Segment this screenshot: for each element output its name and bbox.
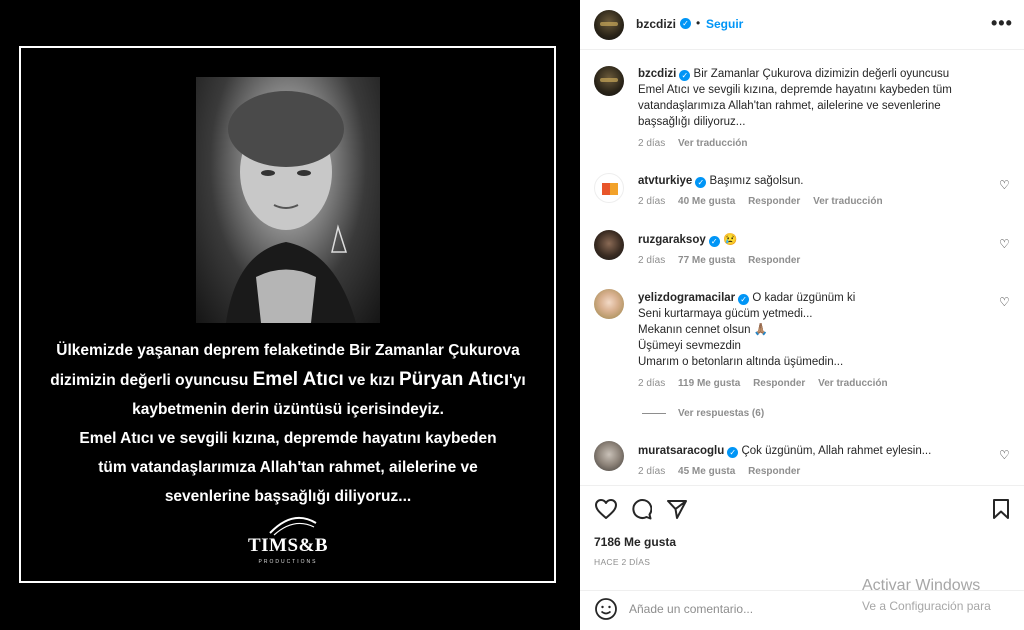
reply-link[interactable]: Responder	[748, 196, 800, 207]
view-replies-button[interactable]: Ver respuestas (6)	[642, 408, 764, 419]
comment-body: Başımız sağolsun.	[706, 175, 804, 187]
view-replies-label: Ver respuestas (6)	[678, 408, 765, 419]
comment-time: 2 días	[638, 255, 666, 266]
comment-likes[interactable]: 40 Me gusta	[678, 196, 735, 207]
verified-badge-icon: ✓	[695, 177, 707, 188]
comment-line-1: O kadar üzgünüm ki	[749, 292, 856, 304]
comment-likes[interactable]: 77 Me gusta	[678, 255, 735, 266]
logo-subtitle: PRODUCTIONS	[258, 559, 318, 565]
comment-body: 😢	[719, 234, 738, 246]
memorial-line-6: sevenlerine başsağlığı diliyoruz...	[164, 488, 412, 505]
verified-badge-icon: ✓	[738, 294, 750, 305]
comment-body: Çok üzgünüm, Allah rahmet eylesin...	[738, 445, 932, 457]
comment-input[interactable]: Añade un comentario...	[629, 602, 753, 616]
post-side-panel: bzcdizi ✓ • Seguir ••• bzcdizi ✓ Bir Zama…	[580, 0, 1024, 630]
memorial-name-puryan: Püryan Atıcı	[398, 369, 510, 390]
comment-text: muratsaracoglu ✓ Çok üzgünüm, Allah rahme…	[638, 443, 978, 459]
logo-wordmark: TIMS&B	[247, 535, 329, 556]
comment-text: atvturkiye ✓ Başımız sağolsun.	[638, 173, 978, 189]
emoji-icon[interactable]	[594, 597, 618, 621]
heart-icon[interactable]	[594, 498, 618, 520]
timsb-logo: TIMS&B PRODUCTIONS	[238, 515, 338, 565]
caption-line-1: Bir Zamanlar Çukurova dizimizin değerli …	[690, 68, 950, 80]
avatar[interactable]	[594, 289, 624, 319]
separator-dot: •	[696, 16, 701, 30]
comment-line-3: Mekanın cennet olsun 🙏🏽	[638, 324, 769, 336]
comment-text: yelizdogramacilar ✓ O kadar üzgünüm ki Se…	[638, 290, 978, 370]
caption-meta: 2 días Ver traducción	[638, 138, 758, 149]
header-username[interactable]: bzcdizi	[636, 17, 676, 31]
replies-divider	[642, 412, 666, 414]
comment-time: 2 días	[638, 378, 666, 389]
comment-line-4: Üşümeyi sevmezdin	[638, 340, 741, 352]
post-date: HACE 2 DÍAS	[594, 557, 651, 567]
share-icon[interactable]	[666, 498, 688, 520]
comment-likes[interactable]: 119 Me gusta	[678, 378, 740, 389]
comment-meta: 2 días 40 Me gusta Responder Ver traducc…	[638, 196, 893, 207]
reply-link[interactable]: Responder	[748, 255, 800, 266]
caption-line-3: vatandaşlarımıza Allah'tan rahmet, ailel…	[638, 100, 941, 112]
reply-link[interactable]: Responder	[753, 378, 805, 389]
comment-like-heart-icon[interactable]: ♡	[999, 237, 1013, 251]
windows-activation-subtitle: Ve a Configuración para	[862, 599, 991, 613]
comment-likes[interactable]: 45 Me gusta	[678, 466, 735, 477]
comment-time: 2 días	[638, 196, 666, 207]
memorial-line-2: dizimizin değerli oyuncusu Emel Atıcı ve…	[20, 365, 556, 395]
verified-badge-icon: ✓	[680, 18, 691, 29]
logo-swoosh-icon	[269, 516, 317, 536]
memorial-line-2a: dizimizin değerli oyuncusu	[50, 372, 253, 389]
avatar[interactable]	[594, 441, 624, 471]
memorial-text: Ülkemizde yaşanan deprem felaketinde Bir…	[20, 336, 556, 511]
comment-like-heart-icon[interactable]: ♡	[999, 295, 1013, 309]
avatar[interactable]	[594, 66, 624, 96]
avatar[interactable]	[594, 173, 624, 203]
comment-icon[interactable]	[630, 498, 652, 520]
follow-button[interactable]: Seguir	[706, 17, 743, 31]
caption-text: bzcdizi ✓ Bir Zamanlar Çukurova dizimizin…	[638, 66, 978, 130]
caption-translate-link[interactable]: Ver traducción	[678, 138, 747, 149]
avatar[interactable]	[594, 230, 624, 260]
comment-text: ruzgaraksoy ✓ 😢	[638, 232, 978, 248]
avatar[interactable]	[594, 10, 624, 40]
caption-line-2: Emel Atıcı ve sevgili kızına, depremde h…	[638, 84, 952, 96]
comment-username[interactable]: muratsaracoglu	[638, 445, 724, 457]
instagram-post-view: Ülkemizde yaşanan deprem felaketinde Bir…	[0, 0, 1024, 630]
windows-activation-title: Activar Windows	[862, 577, 981, 594]
memorial-line-1: Ülkemizde yaşanan deprem felaketinde Bir…	[56, 342, 520, 359]
likes-count[interactable]: 7186 Me gusta	[594, 535, 676, 549]
verified-badge-icon: ✓	[708, 236, 720, 247]
atv-logo-icon	[602, 183, 618, 195]
caption-line-4: başsağlığı diliyoruz...	[638, 116, 746, 128]
memorial-line-4: Emel Atıcı ve sevgili kızına, depremde h…	[79, 430, 497, 447]
memorial-photo	[196, 77, 380, 323]
comment-meta: 2 días 119 Me gusta Responder Ver traduc…	[638, 378, 898, 389]
post-header: bzcdizi ✓ • Seguir •••	[580, 0, 1024, 50]
bookmark-icon[interactable]	[992, 498, 1010, 520]
comments-list[interactable]: bzcdizi ✓ Bir Zamanlar Çukurova dizimizin…	[580, 51, 1024, 485]
more-options-icon[interactable]: •••	[991, 13, 1013, 34]
reply-link[interactable]: Responder	[748, 466, 800, 477]
comment-username[interactable]: yelizdogramacilar	[638, 292, 735, 304]
memorial-line-3: kaybetmenin derin üzüntüsü içerisindeyiz…	[132, 401, 444, 418]
translate-link[interactable]: Ver traducción	[813, 196, 882, 207]
memorial-line-2c: ve kızı	[343, 372, 399, 389]
comment-username[interactable]: atvturkiye	[638, 175, 692, 187]
memorial-name-emel: Emel Atıcı	[252, 369, 344, 390]
caption-time: 2 días	[638, 138, 666, 149]
translate-link[interactable]: Ver traducción	[818, 378, 887, 389]
verified-badge-icon: ✓	[679, 70, 691, 81]
verified-badge-icon: ✓	[727, 447, 739, 458]
comment-line-2: Seni kurtarmaya gücüm yetmedi...	[638, 308, 813, 320]
comment-like-heart-icon[interactable]: ♡	[999, 448, 1013, 462]
memorial-line-5: tüm vatandaşlarımıza Allah'tan rahmet, a…	[98, 459, 478, 476]
comment-username[interactable]: ruzgaraksoy	[638, 234, 706, 246]
memorial-line-2e: 'yı	[509, 372, 526, 389]
caption-username[interactable]: bzcdizi	[638, 68, 676, 80]
comment-line-5: Umarım o betonların altında üşümedin...	[638, 356, 844, 368]
comment-meta: 2 días 77 Me gusta Responder	[638, 255, 810, 266]
comment-like-heart-icon[interactable]: ♡	[999, 178, 1013, 192]
comment-time: 2 días	[638, 466, 666, 477]
comment-meta: 2 días 45 Me gusta Responder	[638, 466, 810, 477]
post-media[interactable]: Ülkemizde yaşanan deprem felaketinde Bir…	[0, 0, 580, 630]
